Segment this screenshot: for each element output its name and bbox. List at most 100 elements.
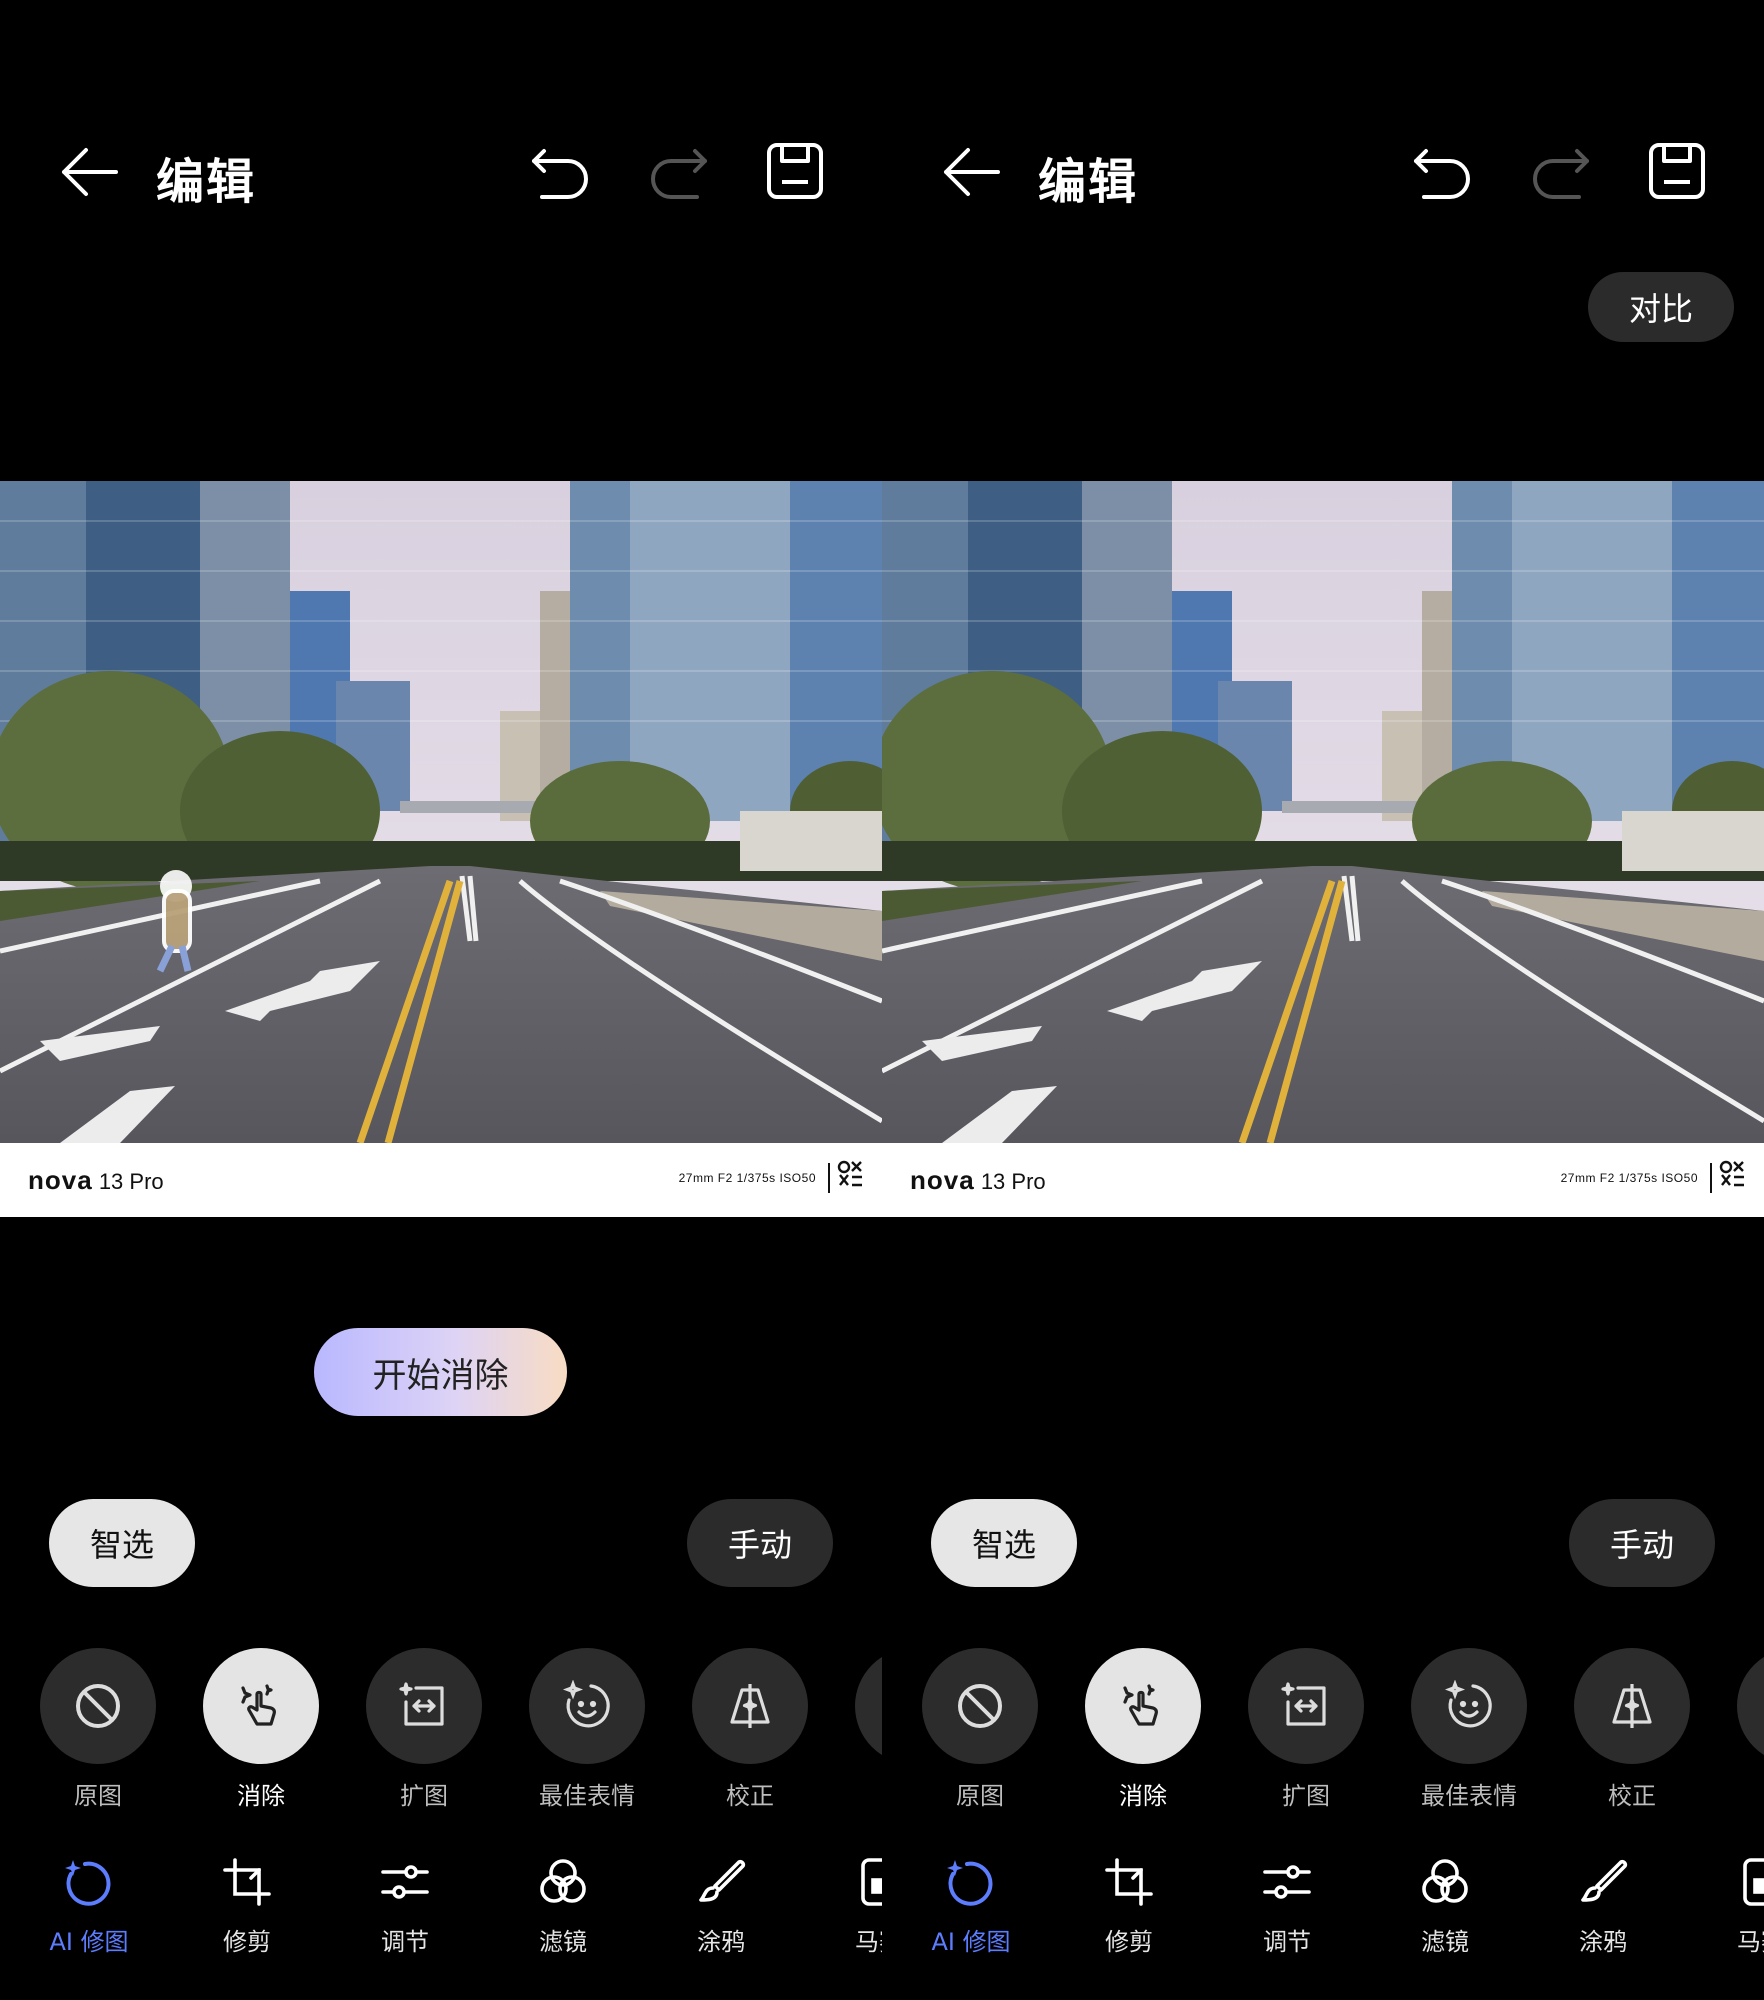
save-icon[interactable] — [1648, 142, 1706, 200]
expand-frame-icon — [1248, 1648, 1364, 1764]
camera-logo-icon — [836, 1159, 864, 1189]
nav-label: 滤镜 — [1421, 1928, 1469, 1956]
tool-label: 最佳表情 — [1421, 1782, 1517, 1810]
nav-label: AI 修图 — [49, 1928, 129, 1956]
tool-label: 原图 — [956, 1782, 1004, 1810]
compare-button[interactable]: 对比 — [1588, 272, 1734, 342]
edited-photo[interactable] — [882, 481, 1764, 1143]
tool-erase[interactable]: 消除 — [1085, 1648, 1201, 1811]
manual-button[interactable]: 手动 — [687, 1499, 833, 1587]
nav-label: 调节 — [1263, 1928, 1311, 1956]
right-editor-panel: 编辑 对比 nova 13 Pro 27mm F2 1/375s ISO50 智… — [882, 0, 1764, 2000]
left-editor-panel: 编辑 nova 13 Pro 27mm F2 1/375s ISO50 开始消除… — [0, 0, 882, 2000]
page-title: 编辑 — [1038, 154, 1139, 210]
nav-label: 修剪 — [1105, 1928, 1153, 1956]
nav-label: 马赛 — [1737, 1928, 1764, 1956]
perspective-icon — [1574, 1648, 1690, 1764]
tool-correct[interactable]: 校正 — [692, 1648, 808, 1811]
tool-label: 文 — [855, 1776, 882, 1811]
nav-mosaic[interactable]: 马赛 — [1706, 1856, 1764, 1957]
nav-crop[interactable]: 修剪 — [192, 1856, 302, 1957]
tool-label: 消除 — [237, 1782, 285, 1810]
nav-doodle[interactable]: 涂鸦 — [1548, 1856, 1658, 1957]
nav-label: 马赛 — [855, 1928, 882, 1956]
camera-logo-icon — [1718, 1159, 1746, 1189]
ai-retouch-icon — [945, 1856, 997, 1908]
nav-label: 滤镜 — [539, 1928, 587, 1956]
tap-sparkle-icon — [203, 1648, 319, 1764]
prohibited-icon — [40, 1648, 156, 1764]
edited-photo[interactable] — [0, 481, 882, 1143]
watermark-divider — [1710, 1163, 1712, 1193]
smart-select-button[interactable]: 智选 — [931, 1499, 1077, 1587]
page-title: 编辑 — [156, 154, 257, 210]
tool-label: 消除 — [1119, 1782, 1167, 1810]
nav-label: 涂鸦 — [1579, 1928, 1627, 1956]
tool-erase[interactable]: 消除 — [203, 1648, 319, 1811]
mosaic-icon — [1735, 1856, 1764, 1908]
nav-filter[interactable]: 滤镜 — [508, 1856, 618, 1957]
tool-label: 扩图 — [1282, 1782, 1330, 1810]
crop-icon — [1103, 1856, 1155, 1908]
arrow-left-icon[interactable] — [58, 145, 120, 199]
crop-icon — [221, 1856, 273, 1908]
tool-original[interactable]: 原图 — [922, 1648, 1038, 1811]
sliders-icon — [379, 1856, 431, 1908]
watermark-divider — [828, 1163, 830, 1193]
tool-expand[interactable]: 扩图 — [1248, 1648, 1364, 1811]
save-icon[interactable] — [766, 142, 824, 200]
nav-label: 涂鸦 — [697, 1928, 745, 1956]
nav-label: 修剪 — [223, 1928, 271, 1956]
perspective-icon — [692, 1648, 808, 1764]
arrow-left-icon[interactable] — [940, 145, 1002, 199]
tool-label: 原图 — [74, 1782, 122, 1810]
sliders-icon — [1261, 1856, 1313, 1908]
undo-icon[interactable] — [530, 145, 592, 199]
tool-text[interactable]: 文 — [855, 1648, 882, 1811]
nav-mosaic[interactable]: 马赛 — [824, 1856, 882, 1957]
brush-icon — [1577, 1856, 1629, 1908]
tool-label: 校正 — [726, 1782, 774, 1810]
filter-icon — [1419, 1856, 1471, 1908]
tool-label: 校正 — [1608, 1782, 1656, 1810]
filter-icon — [537, 1856, 589, 1908]
nav-label: AI 修图 — [931, 1928, 1011, 1956]
nav-adjust[interactable]: 调节 — [1232, 1856, 1342, 1957]
tap-sparkle-icon — [1085, 1648, 1201, 1764]
nav-adjust[interactable]: 调节 — [350, 1856, 460, 1957]
smile-sparkle-icon — [1411, 1648, 1527, 1764]
nav-label: 调节 — [381, 1928, 429, 1956]
tool-correct[interactable]: 校正 — [1574, 1648, 1690, 1811]
smart-select-button[interactable]: 智选 — [49, 1499, 195, 1587]
tool-text[interactable]: 文 — [1737, 1648, 1764, 1811]
redo-icon[interactable] — [1529, 145, 1591, 199]
watermark-brand: nova 13 Pro — [28, 1165, 164, 1195]
watermark-specs: 27mm F2 1/375s ISO50 — [1560, 1171, 1698, 1185]
tool-label: 最佳表情 — [539, 1782, 635, 1810]
smile-sparkle-icon — [529, 1648, 645, 1764]
tool-best-expression[interactable]: 最佳表情 — [529, 1648, 645, 1811]
text-icon — [1737, 1648, 1764, 1764]
tool-label: 扩图 — [400, 1782, 448, 1810]
text-icon — [855, 1648, 882, 1764]
start-erase-button[interactable]: 开始消除 — [314, 1328, 567, 1416]
nav-crop[interactable]: 修剪 — [1074, 1856, 1184, 1957]
mosaic-icon — [853, 1856, 882, 1908]
photo-watermark: nova 13 Pro 27mm F2 1/375s ISO50 — [0, 1143, 882, 1217]
photo-watermark: nova 13 Pro 27mm F2 1/375s ISO50 — [882, 1143, 1764, 1217]
nav-filter[interactable]: 滤镜 — [1390, 1856, 1500, 1957]
nav-doodle[interactable]: 涂鸦 — [666, 1856, 776, 1957]
nav-ai-retouch[interactable]: AI 修图 — [916, 1856, 1026, 1957]
watermark-specs: 27mm F2 1/375s ISO50 — [678, 1171, 816, 1185]
expand-frame-icon — [366, 1648, 482, 1764]
watermark-brand: nova 13 Pro — [910, 1165, 1046, 1195]
tool-original[interactable]: 原图 — [40, 1648, 156, 1811]
undo-icon[interactable] — [1412, 145, 1474, 199]
redo-icon[interactable] — [647, 145, 709, 199]
tool-best-expression[interactable]: 最佳表情 — [1411, 1648, 1527, 1811]
nav-ai-retouch[interactable]: AI 修图 — [34, 1856, 144, 1957]
tool-expand[interactable]: 扩图 — [366, 1648, 482, 1811]
prohibited-icon — [922, 1648, 1038, 1764]
brush-icon — [695, 1856, 747, 1908]
manual-button[interactable]: 手动 — [1569, 1499, 1715, 1587]
